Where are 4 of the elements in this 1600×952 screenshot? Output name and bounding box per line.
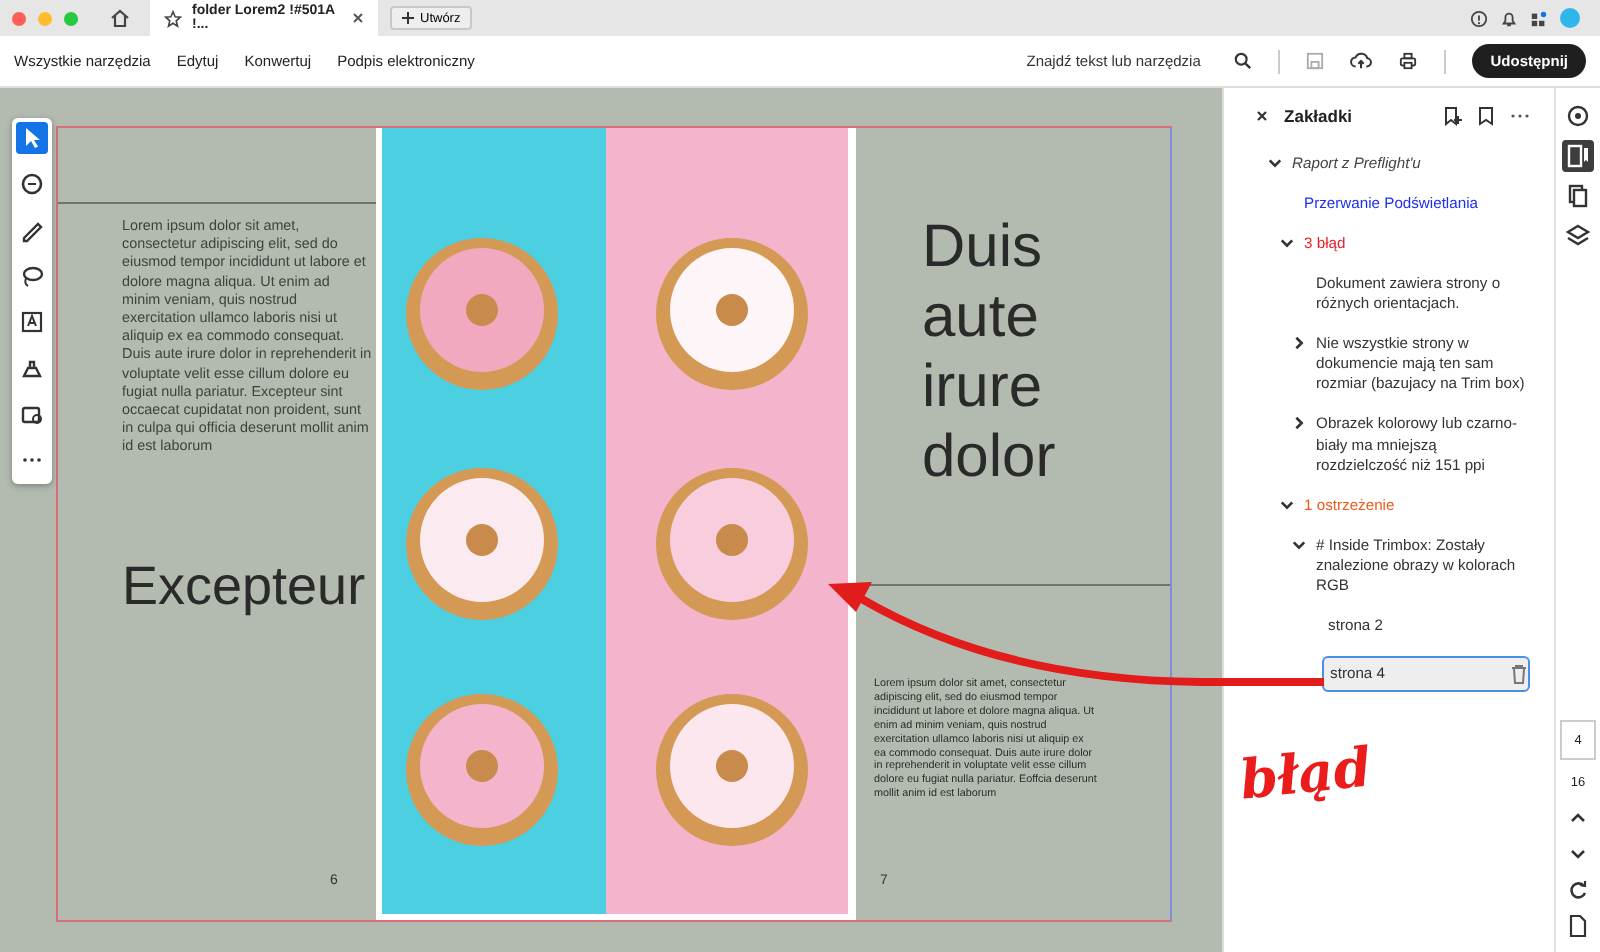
page-heading: Duis aute irure dolor bbox=[922, 212, 1058, 492]
annotation-text: błąd bbox=[1237, 737, 1375, 813]
panel-title: Zakładki bbox=[1284, 106, 1355, 126]
page-heading: Excepteur bbox=[122, 555, 368, 618]
